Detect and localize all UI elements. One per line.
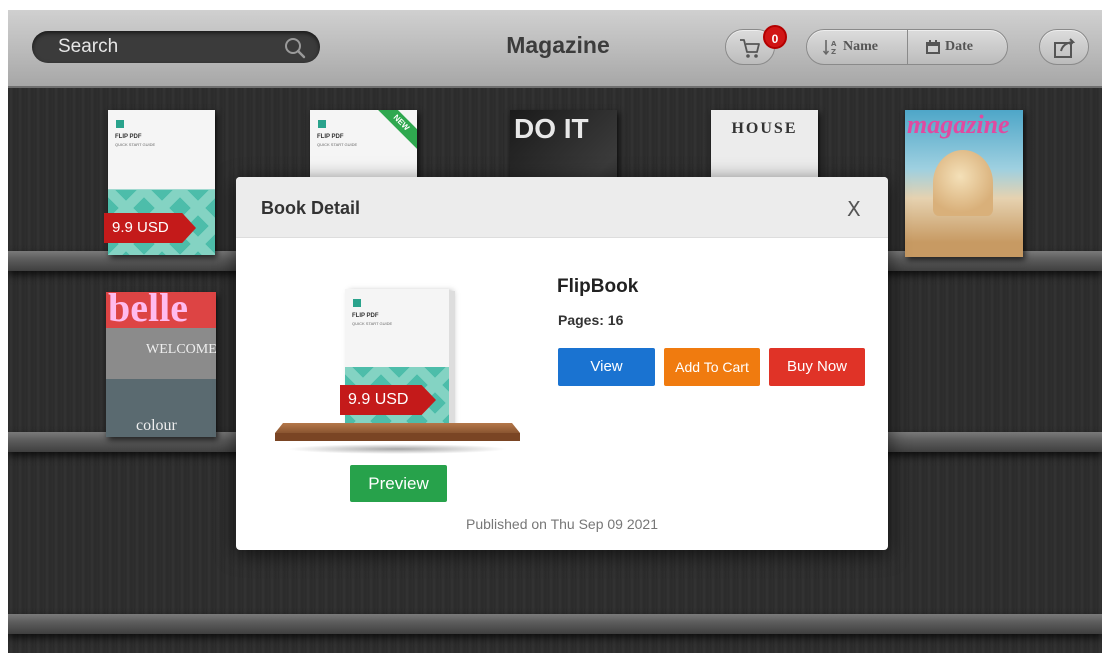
book-cover-text: belle [108,292,188,330]
sort-by-name-button[interactable]: A Z Name [822,30,878,64]
page-count: Pages: 16 [558,312,624,328]
book-detail-dialog: Book Detail X FLIP PDF QUICK START GUIDE… [236,177,888,550]
book-cover-footer: colour [136,417,177,434]
preview-button[interactable]: Preview [350,465,447,502]
view-button[interactable]: View [558,348,655,386]
add-to-cart-button[interactable]: Add To Cart [664,348,760,386]
book-cover-title: FLIP PDF [317,134,344,140]
sort-date-label: Date [945,39,973,54]
book-name: FlipBook [557,276,639,297]
price-tag: 9.9 USD [340,385,436,415]
svg-text:A: A [831,40,837,48]
wood-shelf-graphic [275,423,520,454]
book-cover-title: FLIP PDF [115,134,142,140]
close-icon[interactable]: X [847,197,861,221]
sort-alpha-icon: A Z [822,39,837,56]
top-toolbar: Search Magazine 0 A Z Name Date [8,10,1102,88]
flip-logo-icon [116,120,124,128]
dialog-header: Book Detail X [236,177,888,238]
book-cover-text: DO IT [514,113,589,144]
cover-photo [933,150,993,216]
calendar-icon [926,39,940,54]
flip-logo-icon [318,120,326,128]
book-cover-text: magazine [907,110,1010,139]
book-cover-magazine[interactable]: magazine [905,110,1023,257]
sort-control: A Z Name Date [806,29,1008,65]
sort-name-label: Name [843,39,878,54]
flip-logo-icon [353,299,361,307]
buy-now-button[interactable]: Buy Now [769,348,865,386]
price-tag: 9.9 USD [104,213,196,243]
book-cover-subtitle: WELCOME [146,342,216,357]
book-cover-subtitle: QUICK START GUIDE [115,142,156,147]
search-placeholder: Search [58,36,119,57]
svg-text:Z: Z [831,48,836,56]
share-button[interactable] [1039,29,1089,65]
book-cover-text: HOUSE [731,120,798,137]
book-cover-subtitle: QUICK START GUIDE [317,142,358,147]
sort-by-date-button[interactable]: Date [925,30,973,64]
search-icon[interactable] [282,35,308,61]
share-icon [1054,38,1076,58]
book-cover-subtitle: QUICK START GUIDE [352,321,393,326]
shelf-board [8,614,1102,634]
book-cover-title: FLIP PDF [352,313,379,319]
new-ribbon: NEW [374,110,417,150]
page-title: Magazine [506,32,610,58]
published-date: Published on Thu Sep 09 2021 [465,516,658,532]
search-input[interactable]: Search [32,31,320,63]
sort-divider [907,30,908,64]
cart-count-badge: 0 [763,25,787,49]
book-cover-belle[interactable]: belle WELCOME colour [106,292,216,437]
cart-icon [740,39,760,58]
dialog-title: Book Detail [261,198,361,218]
